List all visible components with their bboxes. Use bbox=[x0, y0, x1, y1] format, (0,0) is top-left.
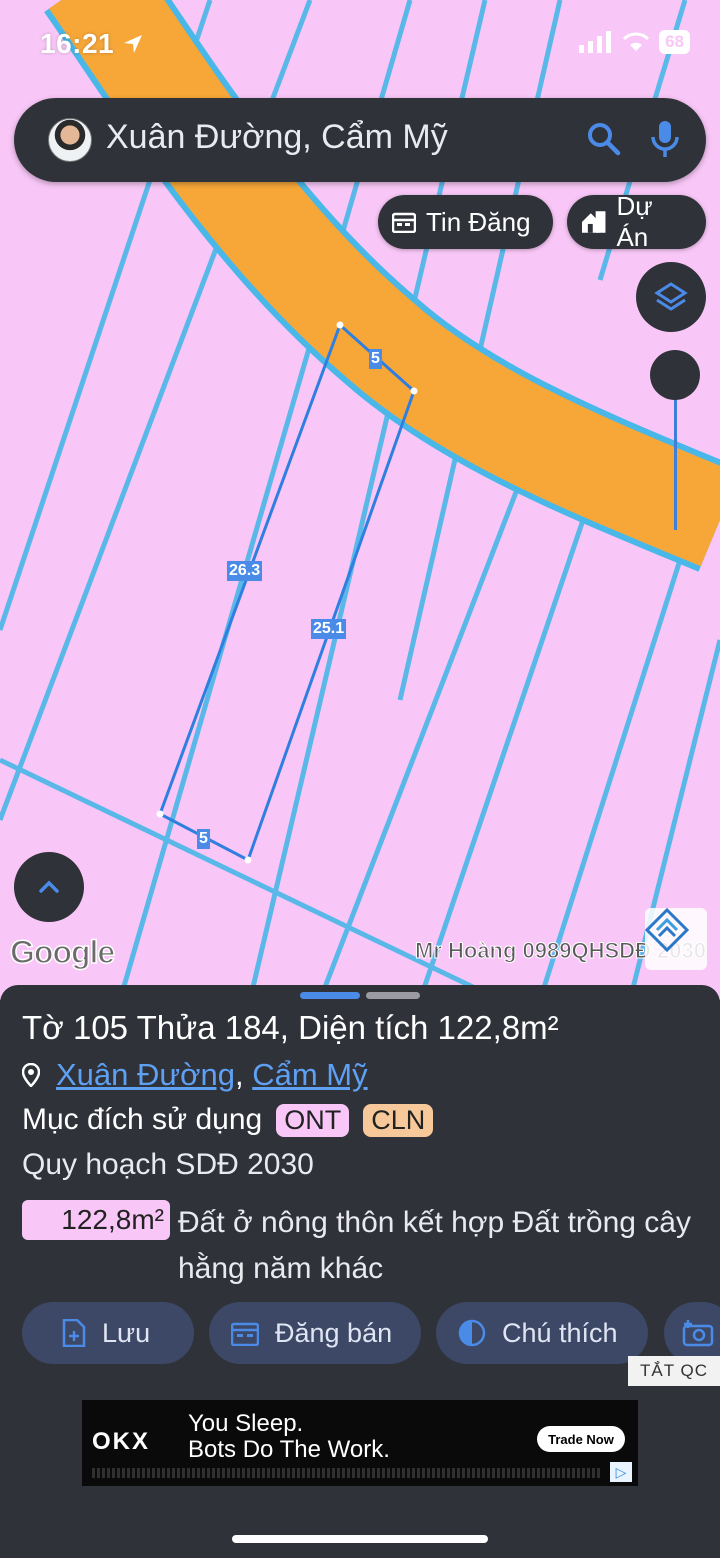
location-row: Xuân Đường, Cẩm Mỹ bbox=[22, 1057, 368, 1093]
location-arrow-icon bbox=[124, 35, 143, 53]
calendar-icon bbox=[392, 212, 416, 233]
parcel-title: Tờ 105 Thửa 184, Diện tích 122,8m² bbox=[22, 1009, 559, 1046]
ad-logo: OKX bbox=[92, 1428, 151, 1455]
close-ad-button[interactable]: TẮT QC bbox=[628, 1356, 720, 1386]
ad-headline: You Sleep. bbox=[188, 1410, 304, 1437]
du-an-label: Dự Án bbox=[616, 191, 653, 252]
status-icons: 68 bbox=[579, 30, 690, 54]
layers-button[interactable] bbox=[636, 262, 706, 332]
status-time: 16:21 bbox=[40, 28, 144, 60]
edge-length-top: 5 bbox=[369, 349, 382, 369]
save-button[interactable]: Lưu bbox=[22, 1302, 194, 1364]
ad-choices-icon[interactable]: ▷ bbox=[610, 1462, 632, 1482]
ad-banner[interactable]: OKX You Sleep. Bots Do The Work. Trade N… bbox=[82, 1400, 638, 1486]
expand-button[interactable] bbox=[14, 852, 84, 922]
search-input[interactable]: Xuân Đường, Cẩm Mỹ bbox=[106, 118, 448, 157]
pin-icon bbox=[22, 1063, 40, 1087]
ad-subheadline: Bots Do The Work. bbox=[188, 1436, 390, 1463]
battery-indicator: 68 bbox=[659, 30, 690, 54]
ward-link[interactable]: Xuân Đường bbox=[56, 1057, 235, 1092]
tin-dang-chip[interactable]: Tin Đăng bbox=[378, 195, 553, 249]
status-bar: 16:21 68 bbox=[0, 0, 720, 86]
calendar-icon bbox=[231, 1322, 259, 1346]
signal-icon bbox=[579, 31, 612, 53]
home-indicator[interactable] bbox=[232, 1535, 488, 1543]
search-icon[interactable] bbox=[584, 119, 624, 164]
post-sale-button[interactable]: Đăng bán bbox=[209, 1302, 421, 1364]
legend-label: Chú thích bbox=[502, 1317, 618, 1348]
edge-length-left: 26.3 bbox=[227, 561, 263, 581]
chevron-up-icon bbox=[39, 880, 59, 893]
building-icon bbox=[581, 211, 606, 233]
location-separator: , bbox=[234, 1057, 244, 1092]
camera-button[interactable] bbox=[664, 1302, 720, 1364]
post-sale-label: Đăng bán bbox=[275, 1317, 393, 1348]
plan-label: Quy hoạch SDĐ 2030 bbox=[22, 1148, 314, 1181]
save-label: Lưu bbox=[102, 1317, 151, 1348]
add-photo-icon bbox=[682, 1320, 714, 1347]
avatar[interactable] bbox=[48, 118, 92, 162]
contrast-icon bbox=[458, 1319, 486, 1347]
purpose-label: Mục đích sử dụng bbox=[22, 1103, 263, 1136]
google-logo: Google bbox=[9, 933, 116, 971]
edge-length-right: 25.1 bbox=[311, 619, 347, 639]
app-logo-icon[interactable] bbox=[645, 908, 707, 970]
sheet-handle-active[interactable] bbox=[300, 992, 360, 999]
tag-cln: CLN bbox=[363, 1103, 434, 1137]
ad-cta-button[interactable]: Trade Now bbox=[537, 1426, 625, 1452]
tag-ont: ONT bbox=[276, 1103, 350, 1137]
tin-dang-label: Tin Đăng bbox=[426, 206, 531, 237]
du-an-chip[interactable]: Dự Án bbox=[567, 191, 706, 252]
sheet-handle[interactable] bbox=[366, 992, 420, 999]
wifi-icon bbox=[623, 32, 650, 51]
opacity-slider-handle[interactable] bbox=[650, 350, 700, 400]
ad-fine-print bbox=[92, 1468, 602, 1478]
opacity-slider-track[interactable] bbox=[674, 398, 677, 530]
legend-button[interactable]: Chú thích bbox=[436, 1302, 648, 1364]
area-value: 122,8m² bbox=[22, 1200, 170, 1240]
mic-icon[interactable] bbox=[650, 119, 680, 166]
district-link[interactable]: Cẩm Mỹ bbox=[252, 1057, 367, 1092]
purpose-row: Mục đích sử dụng ONT CLN bbox=[22, 1103, 434, 1137]
edge-length-bottom: 5 bbox=[197, 829, 210, 849]
layers-icon bbox=[654, 282, 688, 311]
area-description: Đất ở nông thôn kết hợp Đất trồng cây hằ… bbox=[178, 1206, 691, 1285]
add-file-icon bbox=[62, 1319, 86, 1347]
search-bar[interactable]: Xuân Đường, Cẩm Mỹ bbox=[14, 98, 706, 182]
